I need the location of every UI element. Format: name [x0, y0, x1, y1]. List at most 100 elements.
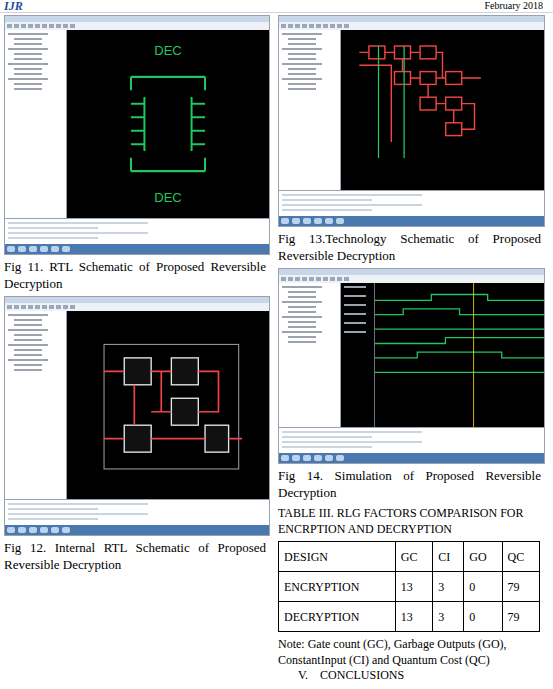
tree-line	[8, 344, 48, 346]
figure-screenshot	[278, 268, 545, 464]
figure-screenshot	[278, 15, 545, 227]
tree-line	[14, 73, 42, 75]
tree-line	[288, 53, 316, 55]
tree-line	[288, 291, 316, 293]
console-line	[8, 227, 98, 229]
tree-line	[288, 73, 316, 75]
tree-line	[282, 301, 322, 303]
taskbar-icon	[18, 527, 26, 533]
console-panel	[279, 427, 544, 453]
tree-line	[14, 354, 42, 356]
taskbar-icon	[51, 527, 59, 533]
console-line	[8, 222, 148, 224]
taskbar-icon	[281, 218, 289, 224]
tree-line	[14, 38, 42, 40]
right-column: Fig 13.Technology Schematic of Proposed …	[278, 15, 545, 689]
console-line	[282, 209, 372, 211]
table-cell: 0	[464, 572, 502, 602]
tool-icon	[337, 24, 342, 28]
tree-line	[8, 33, 48, 35]
tree-line	[14, 88, 42, 90]
console-line	[282, 431, 422, 433]
taskbar	[5, 525, 269, 535]
tool-icon	[281, 24, 286, 28]
taskbar-icon	[7, 527, 15, 533]
table-cell: 0	[464, 602, 502, 632]
tool-icon	[42, 305, 47, 309]
signal-name	[344, 322, 366, 324]
tool-icon	[295, 24, 300, 28]
figure: Fig 13.Technology Schematic of Proposed …	[278, 15, 545, 268]
figure-caption: Fig 11. RTL Schematic of Proposed Revers…	[4, 255, 270, 296]
workspace	[279, 30, 544, 190]
console-line	[282, 446, 372, 448]
tree-line	[282, 33, 322, 35]
figure-screenshot	[4, 296, 270, 536]
console-line	[8, 518, 98, 520]
tree-line	[14, 364, 42, 366]
tool-icon	[330, 277, 335, 281]
tool-icon	[49, 305, 54, 309]
tool-icon	[316, 24, 321, 28]
section-heading: V. CONCLUSIONS	[278, 668, 545, 682]
console-panel	[279, 190, 544, 216]
table-cell: ENCRYPTION	[279, 572, 396, 602]
tree-line	[288, 68, 316, 70]
table-cell: 13	[395, 572, 432, 602]
toolbar	[5, 303, 269, 311]
figure: Fig 14. Simulation of Proposed Reversibl…	[278, 268, 545, 505]
tree-line	[288, 306, 316, 308]
tool-icon	[21, 305, 26, 309]
tree-line	[8, 63, 48, 65]
tool-icon	[35, 24, 40, 28]
tree-line	[14, 83, 42, 85]
tool-icon	[56, 24, 61, 28]
tool-icon	[63, 24, 68, 28]
taskbar-icon	[7, 246, 15, 252]
tool-icon	[42, 24, 47, 28]
factors-table: DESIGNGCCIGOQCENCRYPTION133079DECRYPTION…	[278, 541, 540, 632]
block-label: DEC	[154, 44, 181, 57]
schematic-canvas	[341, 30, 544, 190]
table-column-header: QC	[502, 542, 539, 572]
tree-line	[8, 329, 48, 331]
tool-icon	[14, 24, 19, 28]
taskbar-icon	[51, 246, 59, 252]
tool-icon	[28, 305, 33, 309]
console-line	[282, 441, 422, 443]
table-cell: 79	[502, 602, 539, 632]
tree-line	[8, 314, 48, 316]
tree-line	[14, 349, 42, 351]
table-cell: 3	[433, 572, 464, 602]
taskbar-icon	[314, 218, 322, 224]
left-column: DECDECFig 11. RTL Schematic of Proposed …	[4, 15, 270, 689]
tool-icon	[302, 24, 307, 28]
taskbar-icon	[336, 455, 344, 461]
table-column-header: GO	[464, 542, 502, 572]
tool-icon	[295, 277, 300, 281]
hierarchy-panel	[5, 311, 67, 499]
taskbar-icon	[314, 455, 322, 461]
signal-names	[341, 283, 375, 427]
tool-icon	[14, 305, 19, 309]
tool-icon	[344, 277, 349, 281]
taskbar-icon	[336, 218, 344, 224]
tool-icon	[281, 277, 286, 281]
toolbar	[5, 22, 269, 30]
tool-icon	[323, 24, 328, 28]
tree-line	[282, 78, 322, 80]
console-line	[8, 513, 148, 515]
console-line	[8, 237, 98, 239]
tree-line	[14, 369, 42, 371]
tool-icon	[330, 24, 335, 28]
console-panel	[5, 499, 269, 525]
taskbar-icon	[40, 246, 48, 252]
table-column-header: DESIGN	[279, 542, 396, 572]
tree-line	[288, 326, 316, 328]
tool-icon	[288, 277, 293, 281]
tool-icon	[70, 24, 75, 28]
taskbar-icon	[292, 218, 300, 224]
tree-line	[14, 58, 42, 60]
tree-line	[282, 316, 322, 318]
tool-icon	[323, 277, 328, 281]
